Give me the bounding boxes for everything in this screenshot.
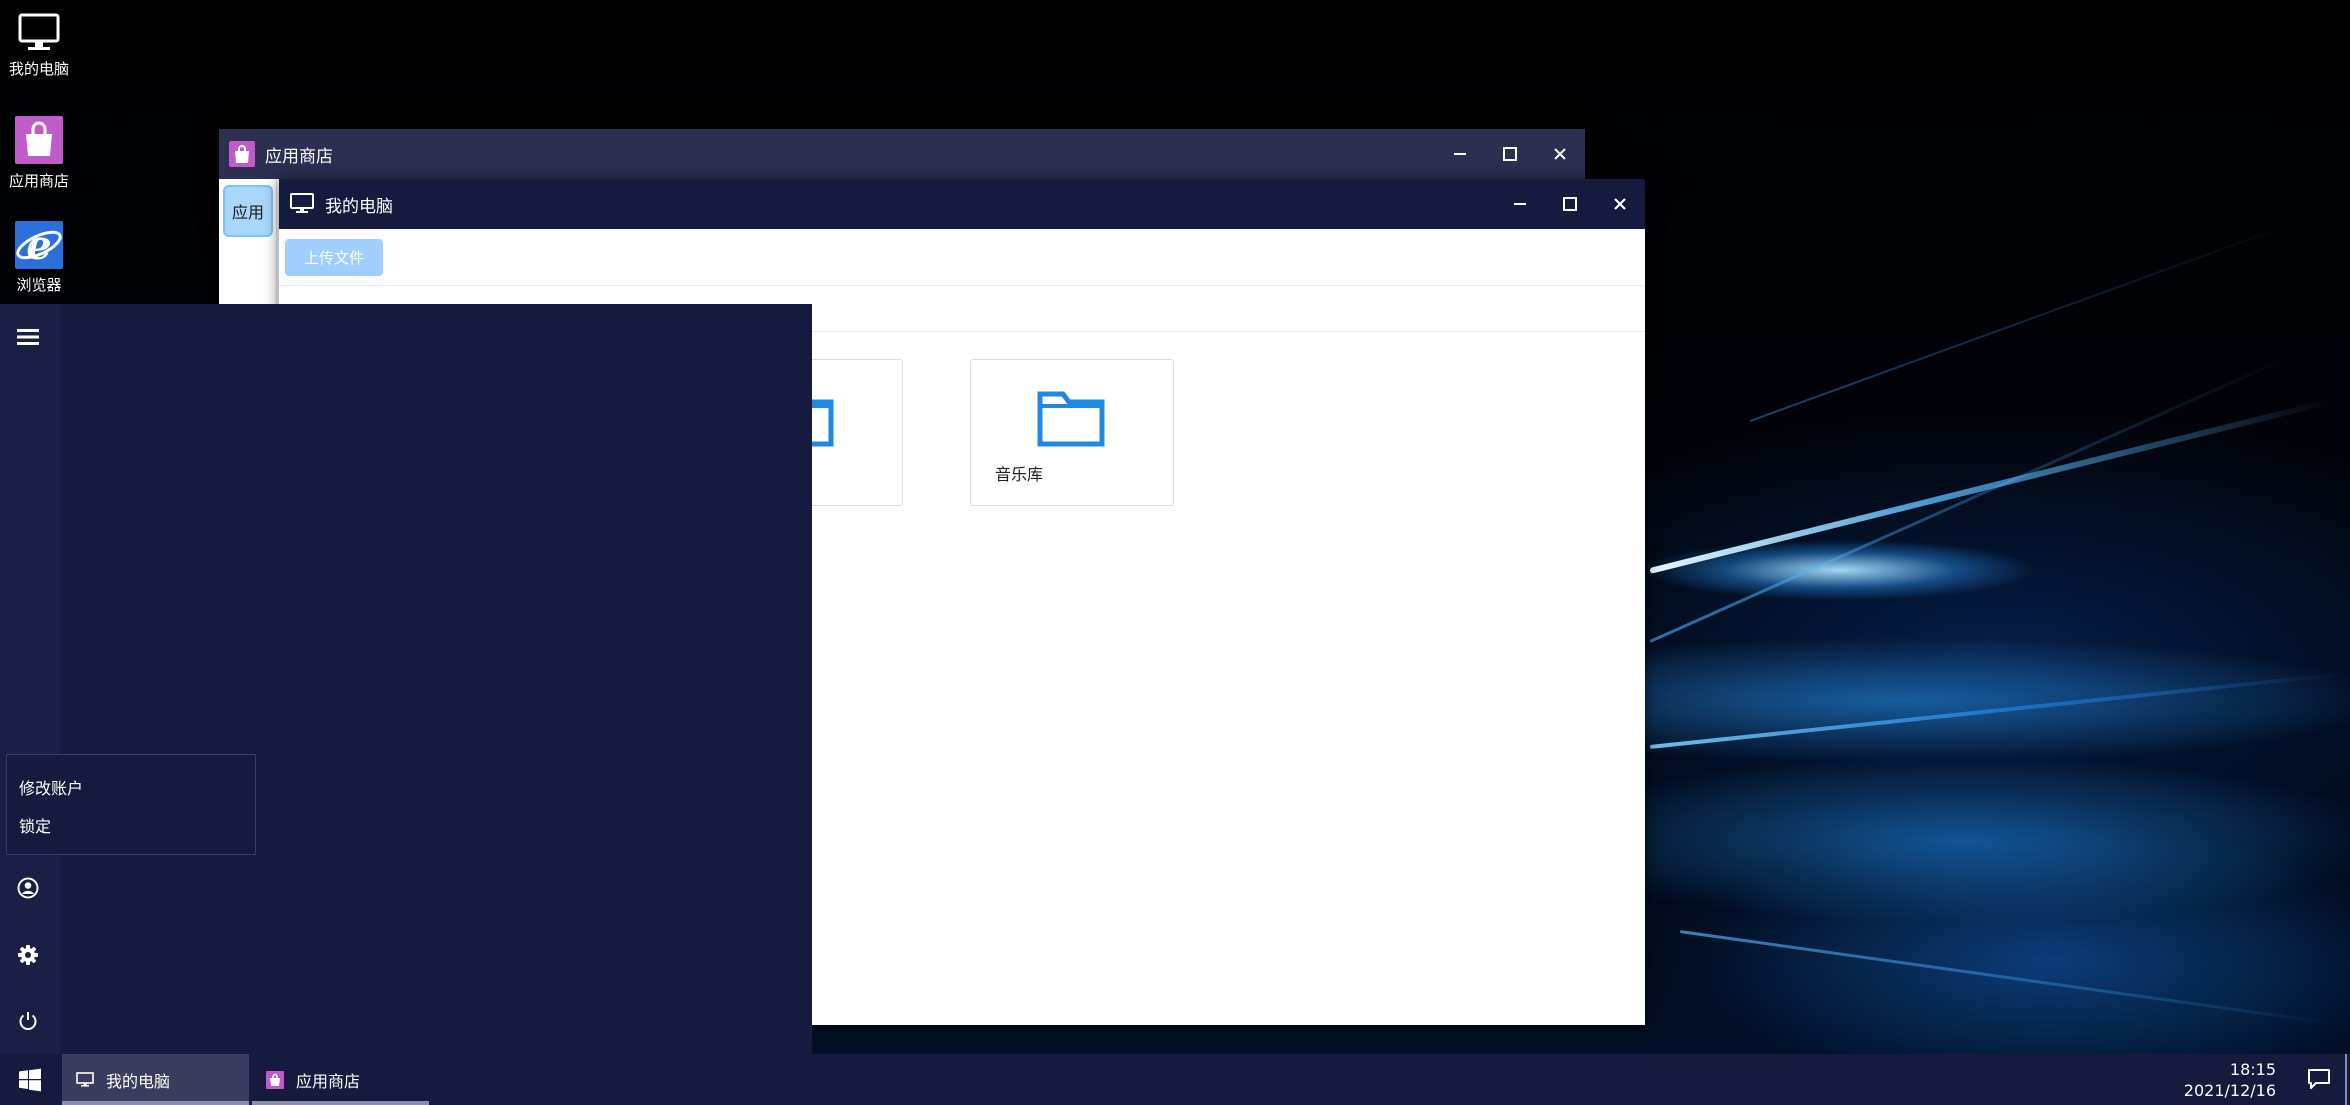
edit-account-menu-item[interactable]: 修改账户 <box>19 775 83 799</box>
desktop-icon-label: 应用商店 <box>8 172 69 190</box>
maximize-icon <box>1563 197 1577 211</box>
maximize-button[interactable] <box>1485 129 1535 179</box>
taskbar-app-my-computer[interactable]: 我的电脑 <box>62 1054 249 1105</box>
menu-icon <box>17 329 39 345</box>
computer-icon <box>76 1071 94 1087</box>
minimize-icon <box>1514 203 1526 205</box>
close-button[interactable] <box>1595 179 1645 229</box>
desktop-icon-label: 浏览器 <box>16 276 62 294</box>
chat-bubble-icon <box>2308 1069 2330 1089</box>
taskbar-app-app-store[interactable]: 应用商店 <box>252 1054 429 1105</box>
account-button[interactable] <box>0 863 56 913</box>
lock-menu-item[interactable]: 锁定 <box>19 813 51 837</box>
power-button[interactable] <box>0 996 56 1046</box>
close-icon <box>1554 148 1566 160</box>
minimize-button[interactable] <box>1435 129 1485 179</box>
user-icon <box>17 877 39 899</box>
tab-apps[interactable]: 应用 <box>223 185 273 237</box>
desktop-icon-app-store[interactable]: 应用商店 <box>0 114 78 191</box>
system-clock[interactable]: 18:15 2021/12/16 <box>2184 1059 2276 1101</box>
desktop-icon-my-computer[interactable]: 我的电脑 <box>0 10 78 79</box>
my-computer-titlebar[interactable]: 我的电脑 <box>279 179 1645 229</box>
open-indicator <box>252 1101 429 1105</box>
power-icon <box>19 1012 37 1030</box>
file-toolbar: 上传文件 <box>279 229 1645 286</box>
start-menu-rail <box>0 304 60 1054</box>
desktop-icon-label: 我的电脑 <box>8 60 69 78</box>
shopping-bag-icon <box>15 116 63 164</box>
taskbar-app-label: 我的电脑 <box>106 1071 171 1091</box>
app-store-titlebar[interactable]: 应用商店 <box>219 129 1585 179</box>
folder-item[interactable]: 音乐库 <box>970 359 1174 506</box>
wallpaper-light-beam <box>1649 671 2347 749</box>
wallpaper-light-beam <box>1749 214 2315 422</box>
shopping-bag-icon <box>229 141 255 167</box>
gear-icon <box>18 945 38 965</box>
wallpaper-light-beam <box>1649 398 2330 574</box>
computer-icon <box>18 13 60 50</box>
svg-text:e: e <box>26 222 51 269</box>
close-button[interactable] <box>1535 129 1585 179</box>
internet-explorer-icon: e <box>15 221 63 269</box>
minimize-icon <box>1454 153 1466 155</box>
window-title: 应用商店 <box>265 146 333 167</box>
minimize-button[interactable] <box>1495 179 1545 229</box>
computer-icon <box>290 193 314 213</box>
start-button[interactable] <box>0 1054 60 1105</box>
show-desktop-button[interactable] <box>2345 1054 2350 1105</box>
upload-file-button[interactable]: 上传文件 <box>285 239 383 276</box>
taskbar: 我的电脑 应用商店 18:15 2021/12/16 <box>0 1054 2350 1105</box>
folder-name: 音乐库 <box>995 465 1044 484</box>
taskbar-app-label: 应用商店 <box>296 1071 361 1091</box>
clock-time: 18:15 <box>2229 1060 2276 1079</box>
windows-logo-icon <box>19 1068 41 1091</box>
notification-center-button[interactable] <box>2306 1067 2332 1095</box>
clock-date: 2021/12/16 <box>2183 1081 2276 1100</box>
maximize-button[interactable] <box>1545 179 1595 229</box>
settings-button[interactable] <box>0 930 56 980</box>
active-indicator <box>62 1101 249 1105</box>
shopping-bag-icon <box>266 1070 284 1089</box>
wallpaper-light-beam <box>1649 355 2291 643</box>
folder-icon <box>1037 391 1105 447</box>
desktop-icon-browser[interactable]: e 浏览器 <box>0 220 78 295</box>
close-icon <box>1614 198 1626 210</box>
start-menu: 修改账户 锁定 <box>0 304 812 1054</box>
maximize-icon <box>1503 147 1517 161</box>
window-title: 我的电脑 <box>325 196 393 217</box>
account-menu: 修改账户 锁定 <box>6 754 256 855</box>
wallpaper-light-beam <box>1679 930 2344 1027</box>
expand-menu-button[interactable] <box>0 312 56 362</box>
